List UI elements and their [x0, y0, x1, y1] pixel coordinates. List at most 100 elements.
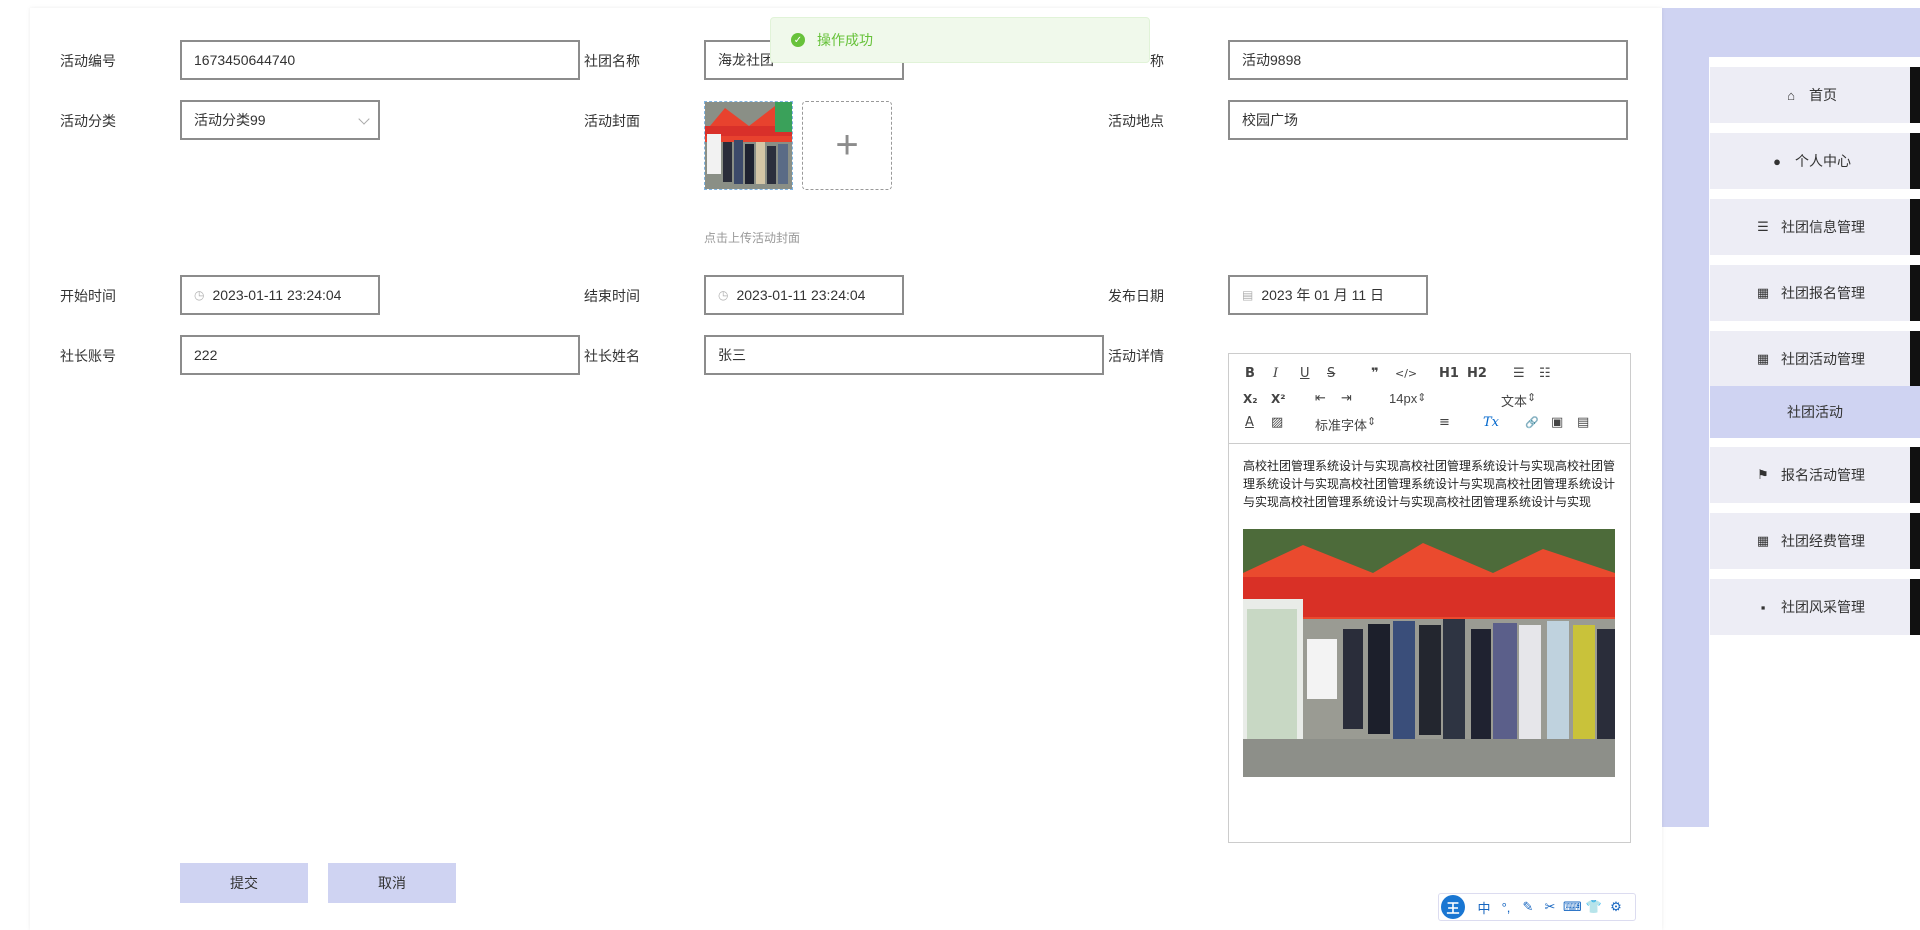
leader-name-field[interactable]: 张三 [704, 335, 1104, 375]
chat-icon: ▪ [1760, 599, 1766, 615]
gear-icon[interactable]: ⚙ [1607, 899, 1625, 915]
sidebar-item-profile[interactable]: ● 个人中心 [1710, 133, 1920, 189]
italic-button[interactable]: I [1273, 366, 1278, 382]
outdent-icon[interactable]: ⇤ [1315, 391, 1326, 407]
ime-toolbar[interactable]: 王 中 °, ✎ ✂ ⌨ 👕 ⚙ [1438, 893, 1636, 921]
ime-mode-toggle[interactable]: 中 [1475, 898, 1493, 917]
menu-edge [1910, 265, 1920, 321]
h1-button[interactable]: H1 [1439, 366, 1459, 382]
menu-edge [1910, 133, 1920, 189]
sidebar-item-label: 社团风采管理 [1781, 599, 1865, 615]
header-select[interactable]: 文本 [1501, 391, 1591, 410]
menu-edge [1910, 447, 1920, 503]
sidebar-item-club-funds[interactable]: ▦ 社团经费管理 [1710, 513, 1920, 569]
label-details: 活动详情 [1108, 348, 1164, 364]
upload-cover-button[interactable]: + [802, 101, 892, 190]
category-value: 活动分类99 [194, 112, 266, 128]
sidebar-subitem-activity[interactable]: 社团活动 [1710, 386, 1920, 438]
calendar-icon: ▤ [1242, 288, 1254, 302]
sidebar-item-club-signup[interactable]: ▦ 社团报名管理 [1710, 265, 1920, 321]
align-icon[interactable]: ≡ [1439, 415, 1450, 431]
sidebar-item-club-info[interactable]: ☰ 社团信息管理 [1710, 199, 1920, 255]
clean-format-icon[interactable]: Tx [1483, 415, 1499, 431]
grid-icon: ▦ [1756, 351, 1770, 366]
success-toast: ✓ 操作成功 [770, 17, 1150, 63]
rich-text-editor[interactable]: B I U S ❞ </> H1 H2 ☰ ☷ X₂ X² ⇤ ⇥ 14px 文… [1228, 353, 1631, 843]
clock-icon: ◷ [194, 288, 205, 302]
chevron-down-icon [358, 113, 370, 125]
sidebar-item-signup-activity[interactable]: ⚑ 报名活动管理 [1710, 447, 1920, 503]
category-select[interactable]: 活动分类99 [180, 100, 380, 140]
sidebar-item-label: 社团活动管理 [1781, 351, 1865, 367]
start-time-value: 2023-01-11 23:24:04 [212, 287, 342, 303]
keyboard-icon[interactable]: ⌨ [1563, 899, 1582, 915]
label-leader-name: 社长姓名 [584, 348, 640, 364]
activity-name-field[interactable]: 活动9898 [1228, 40, 1628, 80]
menu-edge [1910, 513, 1920, 569]
label-end-time: 结束时间 [584, 288, 640, 304]
home-icon: ⌂ [1787, 87, 1795, 103]
grid-icon: ▦ [1756, 533, 1770, 548]
code-block-button[interactable]: </> [1395, 366, 1417, 382]
label-leader-account: 社长账号 [60, 348, 116, 364]
font-size-select[interactable]: 14px [1389, 391, 1479, 406]
bold-button[interactable]: B [1245, 366, 1255, 382]
font-color-icon[interactable]: A [1245, 415, 1254, 431]
sidebar-item-label: 首页 [1809, 87, 1837, 103]
clock-icon: ◷ [718, 288, 729, 302]
link-icon[interactable]: 🔗 [1525, 415, 1539, 431]
upload-tip: 点击上传活动封面 [704, 231, 801, 245]
editor-content-text[interactable]: 高校社团管理系统设计与实现高校社团管理系统设计与实现高校社团管理系统设计与实现高… [1243, 457, 1619, 511]
font-family-select[interactable]: 标准字体 [1315, 415, 1411, 434]
ime-punct-toggle[interactable]: °, [1497, 900, 1515, 915]
label-activity-no: 活动编号 [60, 53, 116, 69]
sidebar-item-label: 社团信息管理 [1781, 219, 1865, 235]
menu-edge [1910, 199, 1920, 255]
menu-edge [1910, 331, 1920, 387]
end-time-value: 2023-01-11 23:24:04 [736, 287, 866, 303]
location-field[interactable]: 校园广场 [1228, 100, 1628, 140]
ordered-list-icon[interactable]: ☰ [1513, 366, 1525, 382]
strike-button[interactable]: S [1327, 366, 1335, 382]
sidebar-item-club-activity[interactable]: ▦ 社团活动管理 [1710, 331, 1920, 387]
end-time-picker[interactable]: ◷ 2023-01-11 23:24:04 [704, 275, 904, 315]
label-category: 活动分类 [60, 113, 116, 129]
leader-account-field[interactable]: 222 [180, 335, 580, 375]
label-location: 活动地点 [1108, 113, 1164, 129]
sidebar-item-label: 个人中心 [1795, 153, 1851, 169]
sidebar-item-club-gallery[interactable]: ▪ 社团风采管理 [1710, 579, 1920, 635]
grid-icon: ▦ [1756, 285, 1770, 300]
indent-icon[interactable]: ⇥ [1341, 391, 1352, 407]
activity-no-field[interactable]: 1673450644740 [180, 40, 580, 80]
image-icon[interactable]: ▣ [1551, 415, 1563, 431]
h2-button[interactable]: H2 [1467, 366, 1487, 382]
background-top-right [1662, 8, 1920, 57]
sidebar-item-home[interactable]: ⌂ 首页 [1710, 67, 1920, 123]
underline-button[interactable]: U [1300, 366, 1310, 382]
scissors-icon[interactable]: ✂ [1541, 899, 1559, 915]
pen-icon[interactable]: ✎ [1519, 899, 1537, 915]
publish-date-value: 2023 年 01 月 11 日 [1261, 287, 1385, 303]
subscript-button[interactable]: X₂ [1243, 391, 1258, 407]
label-cover: 活动封面 [584, 113, 640, 129]
sidebar-item-label: 社团报名管理 [1781, 285, 1865, 301]
label-start-time: 开始时间 [60, 288, 116, 304]
toast-message: 操作成功 [817, 32, 873, 48]
cover-thumbnail[interactable] [704, 101, 793, 190]
video-icon[interactable]: ▤ [1577, 415, 1589, 431]
label-publish-date: 发布日期 [1108, 288, 1164, 304]
start-time-picker[interactable]: ◷ 2023-01-11 23:24:04 [180, 275, 380, 315]
bullet-list-icon[interactable]: ☷ [1539, 366, 1551, 382]
ime-logo-icon[interactable]: 王 [1441, 895, 1465, 919]
publish-date-picker[interactable]: ▤ 2023 年 01 月 11 日 [1228, 275, 1428, 315]
editor-toolbar: B I U S ❞ </> H1 H2 ☰ ☷ X₂ X² ⇤ ⇥ 14px 文… [1229, 354, 1630, 444]
cancel-button[interactable]: 取消 [328, 863, 456, 903]
editor-content-image[interactable] [1243, 529, 1615, 777]
skin-icon[interactable]: 👕 [1585, 899, 1603, 915]
blockquote-button[interactable]: ❞ [1371, 366, 1379, 382]
check-circle-icon: ✓ [791, 33, 805, 47]
superscript-button[interactable]: X² [1271, 391, 1286, 407]
submit-button[interactable]: 提交 [180, 863, 308, 903]
menu-edge [1910, 67, 1920, 123]
background-color-icon[interactable]: ▨ [1271, 415, 1283, 431]
